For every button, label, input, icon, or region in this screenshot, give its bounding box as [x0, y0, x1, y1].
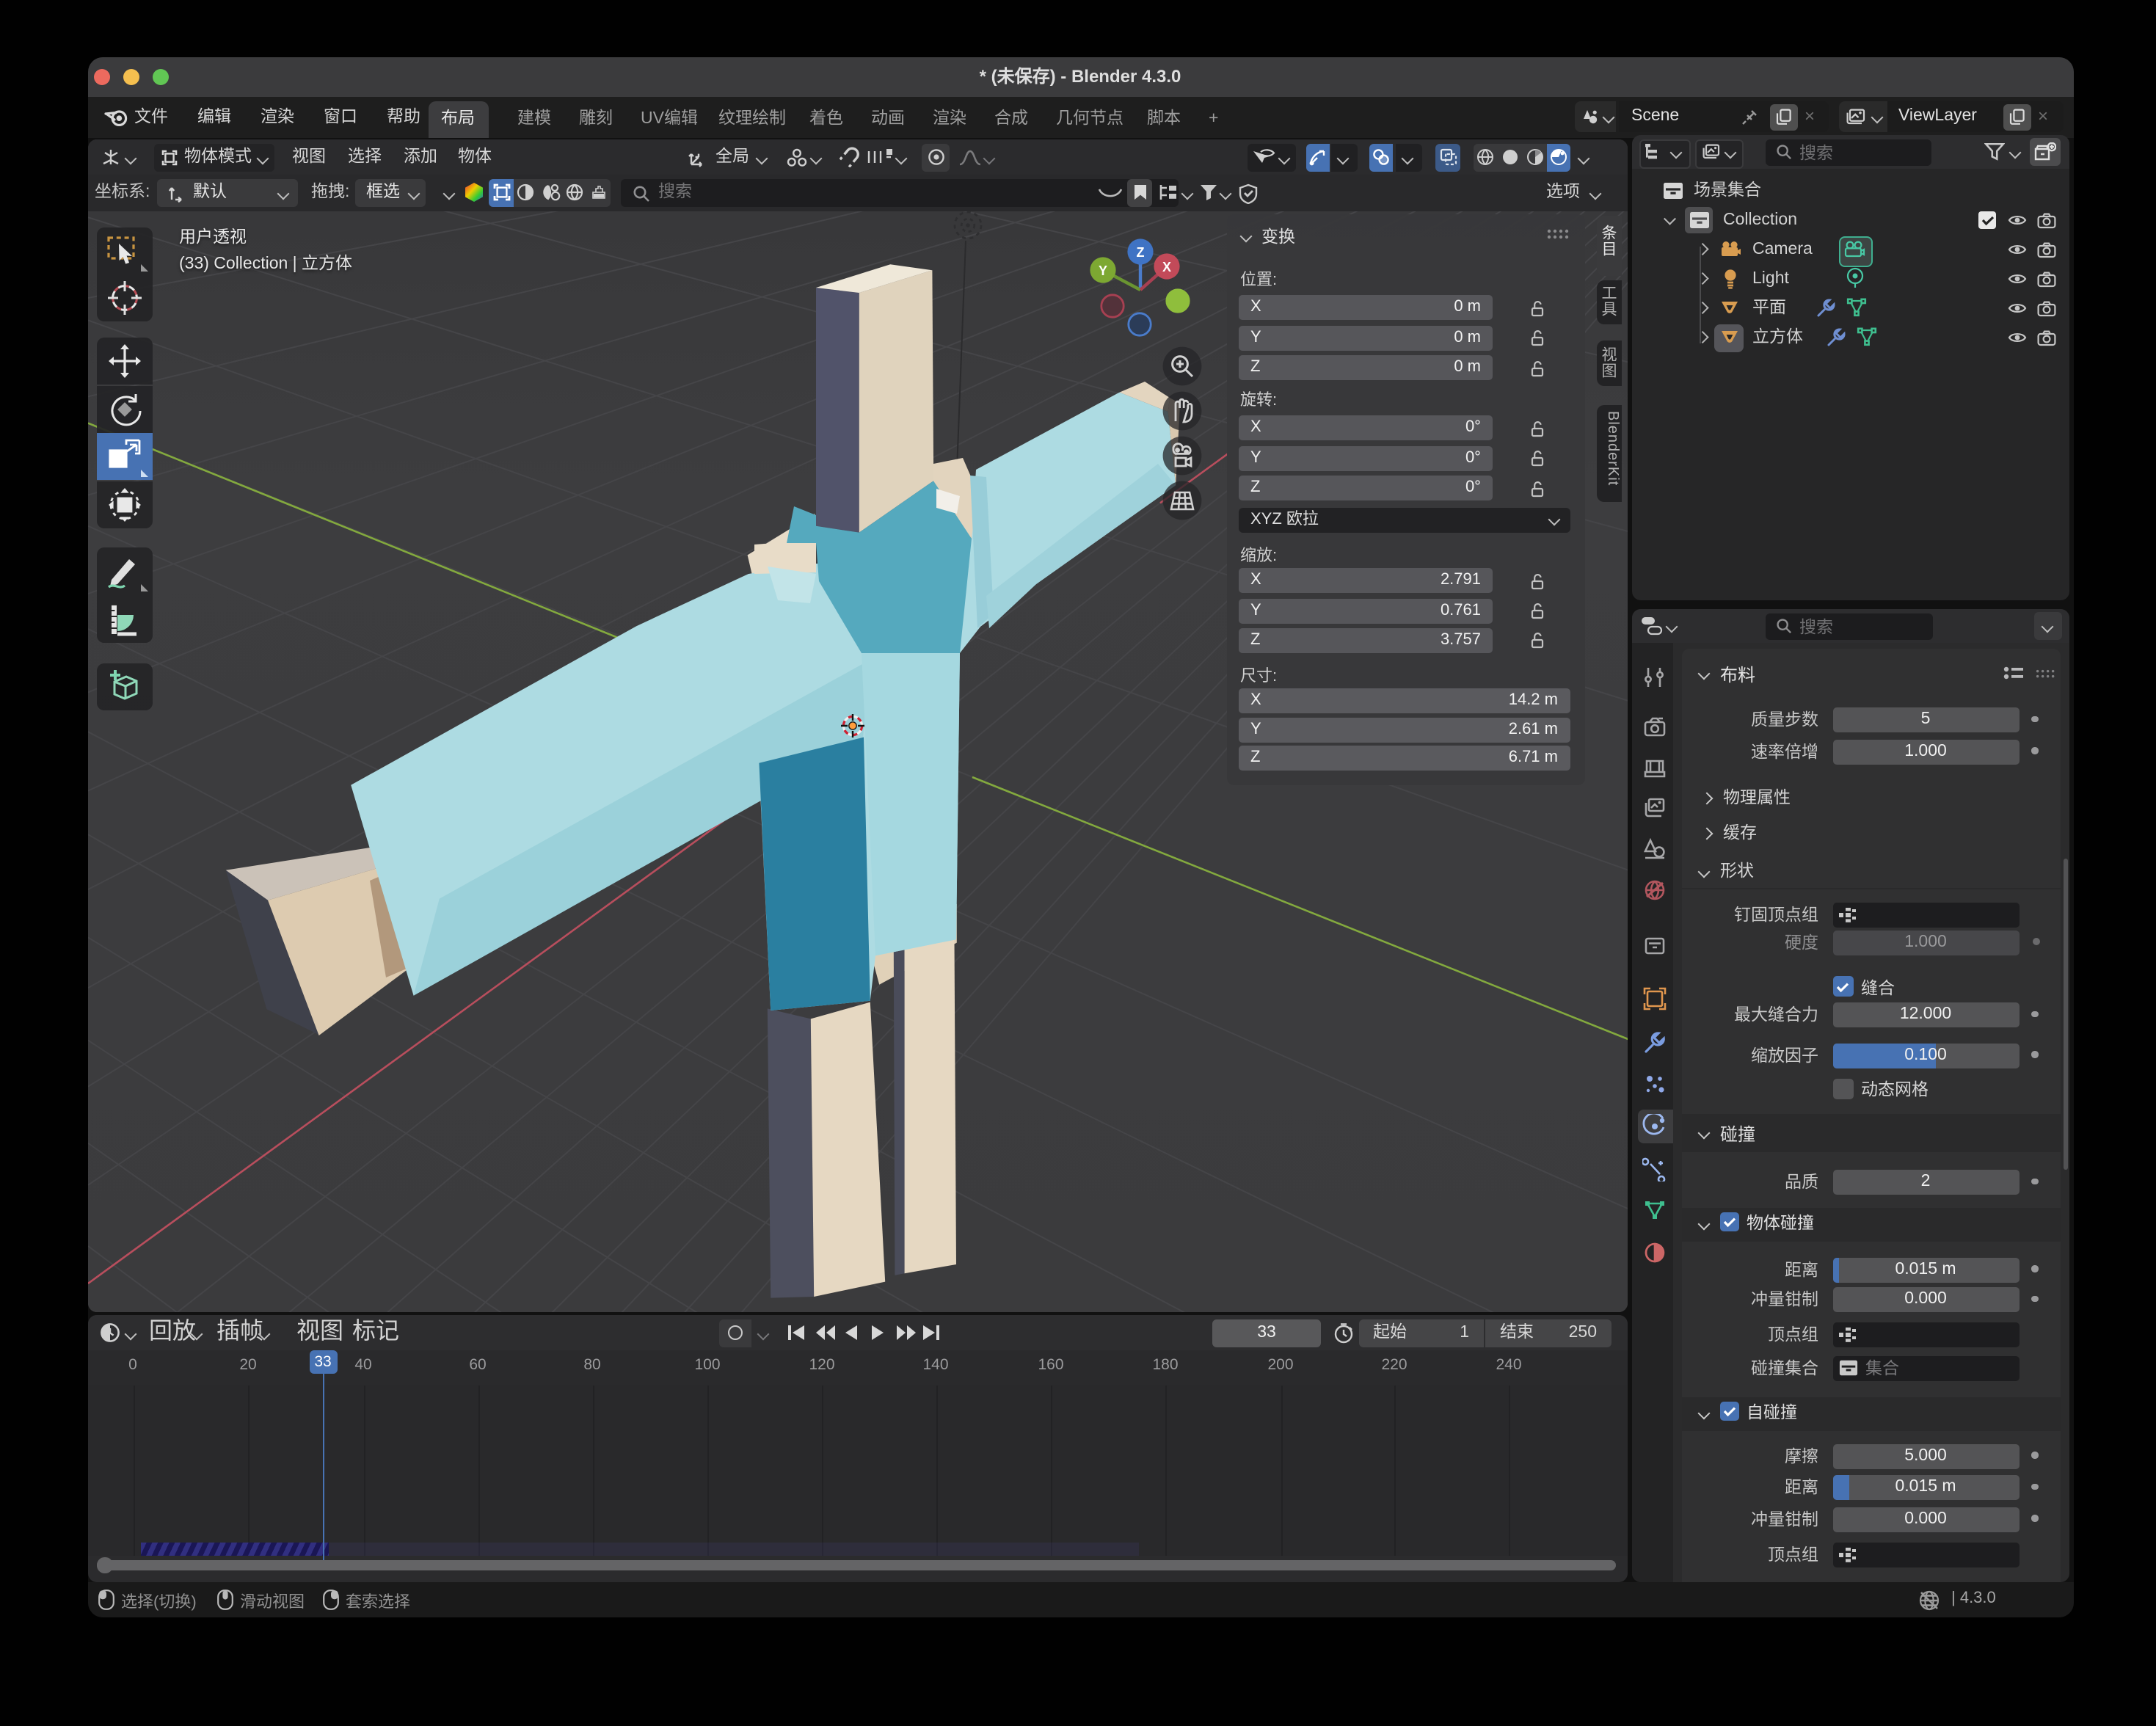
- svg-text:Z: Z: [1136, 244, 1144, 259]
- svg-text:Y: Y: [1098, 263, 1107, 277]
- svg-text:X: X: [1162, 259, 1170, 274]
